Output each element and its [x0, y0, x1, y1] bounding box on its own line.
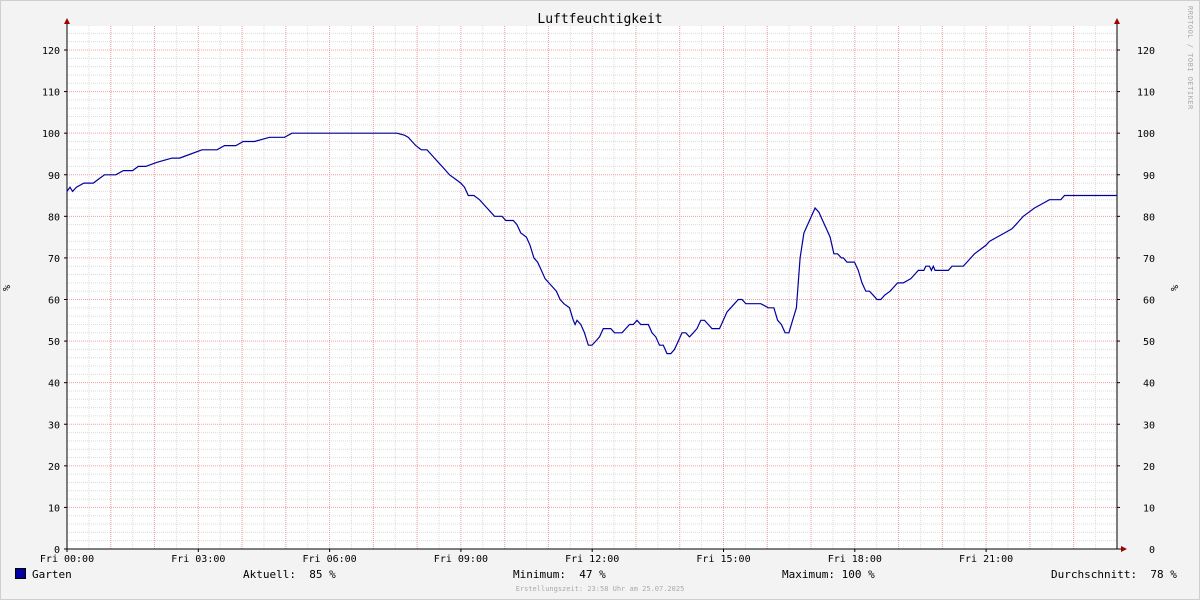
y-axis-arrow-left	[64, 18, 70, 24]
y-tick-label-left: 90	[48, 171, 60, 182]
x-tick-label: Fri 06:00	[303, 554, 357, 565]
y-tick-label-left: 20	[48, 462, 60, 473]
y-tick-label-right: 60	[1143, 296, 1155, 307]
y-tick-label-left: 60	[48, 296, 60, 307]
series-swatch	[15, 568, 26, 579]
legend-current-label: Aktuell:	[243, 568, 296, 581]
y-tick-label-left: 10	[48, 503, 60, 514]
y-tick-label-left: 40	[48, 379, 60, 390]
y-tick-label-right: 50	[1143, 337, 1155, 348]
y-tick-label-right: 10	[1143, 503, 1155, 514]
x-tick-labels: Fri 00:00 Fri 03:00 Fri 06:00 Fri 09:00 Fri …	[40, 554, 1013, 565]
x-tick-label: Fri 21:00	[959, 554, 1013, 565]
legend-series: Garten	[15, 568, 72, 581]
x-tick-label: Fri 03:00	[171, 554, 225, 565]
humidity-chart: 0 010 1020 2030 3040 4050 5060 6070 7080 8090 9010…	[2, 12, 1181, 565]
legend-max-value: 100 %	[841, 568, 875, 581]
y-tick-label-right: 120	[1137, 46, 1155, 57]
x-tick-label: Fri 18:00	[828, 554, 882, 565]
y-tick-label-right: 40	[1143, 379, 1155, 390]
legend-current-value: 85 %	[309, 568, 336, 581]
legend-avg-value: 78 %	[1150, 568, 1177, 581]
y-axis-label-left: %	[2, 285, 13, 291]
x-tick-label: Fri 15:00	[696, 554, 750, 565]
legend-min: Minimum: 47 %	[513, 568, 606, 581]
legend-current: Aktuell: 85 %	[243, 568, 336, 581]
footer-timestamp: Erstellungszeit: 23:58 Uhr am 25.07.2025	[515, 585, 685, 593]
y-tick-label-right: 110	[1137, 88, 1155, 99]
legend-min-label: Minimum:	[513, 568, 566, 581]
y-axis-label-right: %	[1170, 285, 1181, 291]
x-tick-label: Fri 09:00	[434, 554, 488, 565]
y-tick-label-left: 100	[42, 129, 60, 140]
x-axis-arrow	[1121, 546, 1127, 552]
y-tick-label-right: 70	[1143, 254, 1155, 265]
y-tick-label-left: 120	[42, 46, 60, 57]
y-tick-label-left: 70	[48, 254, 60, 265]
rrdtool-credit: RRDTOOL / TOBI OETIKER	[1183, 6, 1195, 146]
legend-series-name: Garten	[32, 568, 72, 581]
x-tick-label: Fri 00:00	[40, 554, 94, 565]
y-tick-label-right: 80	[1143, 212, 1155, 223]
y-tick-label-left: 50	[48, 337, 60, 348]
y-tick-label-right: 100	[1137, 129, 1155, 140]
legend: Garten Aktuell: 85 % Minimum: 47 % Maxim…	[0, 568, 1200, 584]
legend-min-value: 47 %	[579, 568, 606, 581]
chart-title: Luftfeuchtigkeit	[537, 12, 662, 27]
y-tick-label-right: 90	[1143, 171, 1155, 182]
legend-max: Maximum: 100 %	[782, 568, 875, 581]
rrdtool-credit-text: RRDTOOL / TOBI OETIKER	[1186, 6, 1194, 110]
legend-avg-label: Durchschnitt:	[1051, 568, 1138, 581]
x-tick-label: Fri 12:00	[565, 554, 619, 565]
legend-max-label: Maximum:	[782, 568, 835, 581]
y-tick-label-right: 30	[1143, 420, 1155, 431]
legend-avg: Durchschnitt: 78 %	[1051, 568, 1177, 581]
y-axis-arrow-right	[1114, 18, 1120, 24]
y-tick-label-left: 80	[48, 212, 60, 223]
y-tick-label-left: 30	[48, 420, 60, 431]
y-tick-label-left: 110	[42, 88, 60, 99]
y-tick-label-right: 20	[1143, 462, 1155, 473]
y-tick-label-right: 0	[1149, 545, 1155, 556]
